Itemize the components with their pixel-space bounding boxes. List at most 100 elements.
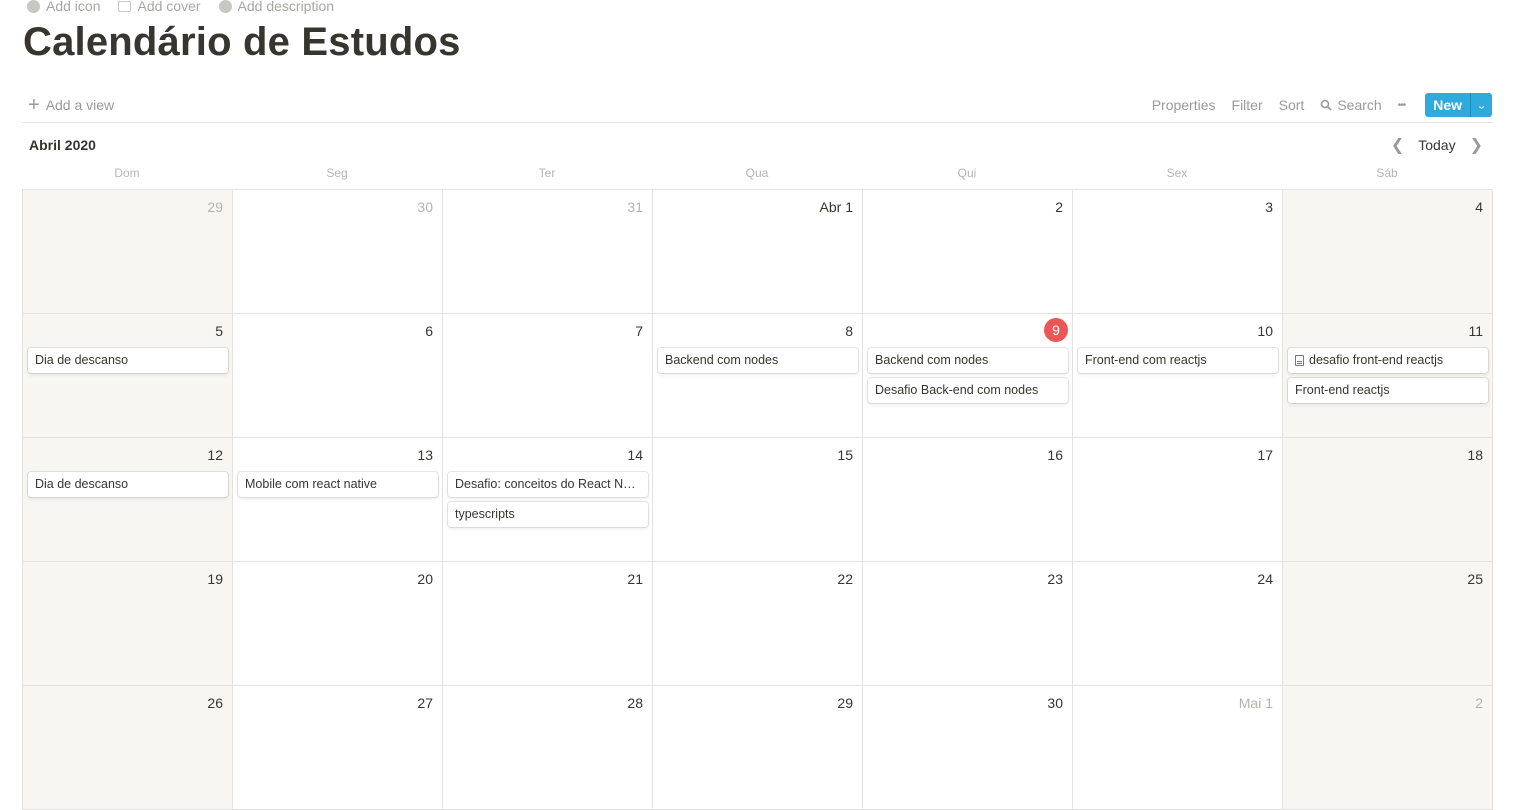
day-number: 27 bbox=[417, 695, 433, 711]
event-card[interactable]: Desafio: conceitos do React Native bbox=[448, 472, 648, 497]
calendar-day-cell[interactable]: 30 bbox=[233, 190, 443, 314]
event-card[interactable]: Backend com nodes bbox=[868, 348, 1068, 373]
chevron-right-icon[interactable]: ❯ bbox=[1470, 135, 1483, 155]
weekday-label: Seg bbox=[326, 166, 348, 180]
calendar-day-cell[interactable]: 10 Front-end com reactjs bbox=[1073, 314, 1283, 438]
calendar-day-cell[interactable]: 25 bbox=[1283, 562, 1493, 686]
day-number: 30 bbox=[417, 199, 433, 215]
event-title: Front-end com reactjs bbox=[1085, 353, 1207, 367]
today-button[interactable]: Today bbox=[1418, 137, 1455, 153]
day-number: 18 bbox=[1467, 447, 1483, 463]
calendar-day-cell[interactable]: 22 bbox=[653, 562, 863, 686]
weekday-header: Dom Seg Ter Qua Qui Sex Sáb bbox=[22, 166, 1492, 180]
event-title: typescripts bbox=[455, 507, 515, 521]
weekday-label: Dom bbox=[114, 166, 140, 180]
event-title: Desafio: conceitos do React Native bbox=[455, 477, 641, 491]
calendar-day-cell[interactable]: 31 bbox=[443, 190, 653, 314]
calendar-day-cell[interactable]: 13 Mobile com react native bbox=[233, 438, 443, 562]
day-number: 2 bbox=[1055, 199, 1063, 215]
calendar-day-cell[interactable]: 21 bbox=[443, 562, 653, 686]
day-number: 25 bbox=[1467, 571, 1483, 587]
calendar-day-cell[interactable]: 3 bbox=[1073, 190, 1283, 314]
chevron-down-icon[interactable]: ⌄ bbox=[1470, 93, 1492, 117]
event-card[interactable]: Front-end reactjs bbox=[1288, 378, 1488, 403]
calendar-day-cell[interactable]: 11 desafio front-end reactjs Front-end rea… bbox=[1283, 314, 1493, 438]
add-icon-button[interactable]: Add icon bbox=[27, 0, 100, 14]
calendar-day-cell[interactable]: 26 bbox=[23, 686, 233, 810]
event-card[interactable]: typescripts bbox=[448, 502, 648, 527]
day-number: 15 bbox=[837, 447, 853, 463]
weekday-label: Sex bbox=[1166, 166, 1188, 180]
chevron-left-icon[interactable]: ❮ bbox=[1391, 135, 1404, 155]
calendar-day-cell[interactable]: 2 bbox=[863, 190, 1073, 314]
day-number: 3 bbox=[1265, 199, 1273, 215]
calendar-day-cell[interactable]: 29 bbox=[23, 190, 233, 314]
calendar-day-cell[interactable]: Abr 1 bbox=[653, 190, 863, 314]
event-card[interactable]: Front-end com reactjs bbox=[1078, 348, 1278, 373]
day-number: 14 bbox=[627, 447, 643, 463]
filter-button[interactable]: Filter bbox=[1232, 97, 1263, 113]
new-button[interactable]: New ⌄ bbox=[1425, 93, 1492, 117]
search-icon bbox=[1321, 99, 1332, 111]
calendar-day-cell[interactable]: 12 Dia de descanso bbox=[23, 438, 233, 562]
calendar-day-cell[interactable]: 5 Dia de descanso bbox=[23, 314, 233, 438]
day-number: 22 bbox=[837, 571, 853, 587]
weekday-label: Qua bbox=[745, 166, 769, 180]
calendar-day-cell[interactable]: 28 bbox=[443, 686, 653, 810]
sort-button[interactable]: Sort bbox=[1279, 97, 1305, 113]
weekday-label: Qui bbox=[957, 166, 977, 180]
event-title: Backend com nodes bbox=[875, 353, 989, 367]
search-button[interactable]: Search bbox=[1320, 97, 1382, 113]
event-card[interactable]: Desafio Back-end com nodes bbox=[868, 378, 1068, 403]
day-number: 28 bbox=[627, 695, 643, 711]
page-title[interactable]: Calendário de Estudos bbox=[23, 20, 461, 65]
image-icon bbox=[118, 0, 132, 12]
event-card[interactable]: desafio front-end reactjs bbox=[1288, 348, 1488, 373]
add-description-button[interactable]: Add description bbox=[218, 0, 334, 14]
weekday-label: Sáb bbox=[1376, 166, 1398, 180]
plus-icon: + bbox=[28, 94, 40, 116]
day-number: 4 bbox=[1475, 199, 1483, 215]
event-card[interactable]: Mobile com react native bbox=[238, 472, 438, 497]
day-number: 26 bbox=[207, 695, 223, 711]
day-number: 20 bbox=[417, 571, 433, 587]
add-view-button[interactable]: + Add a view bbox=[22, 94, 120, 116]
calendar-day-cell[interactable]: 27 bbox=[233, 686, 443, 810]
day-number: 29 bbox=[837, 695, 853, 711]
day-number: 21 bbox=[627, 571, 643, 587]
calendar-day-cell[interactable]: 20 bbox=[233, 562, 443, 686]
calendar-day-cell[interactable]: 15 bbox=[653, 438, 863, 562]
document-icon bbox=[1295, 355, 1304, 366]
month-label: Abril 2020 bbox=[29, 137, 96, 153]
calendar-day-cell[interactable]: 7 bbox=[443, 314, 653, 438]
event-title: Mobile com react native bbox=[245, 477, 378, 491]
calendar-day-cell[interactable]: 8 Backend com nodes bbox=[653, 314, 863, 438]
calendar-day-cell[interactable]: 9 Backend com nodes Desafio Back-end com n… bbox=[863, 314, 1073, 438]
day-number: 29 bbox=[207, 199, 223, 215]
calendar-day-cell[interactable]: 19 bbox=[23, 562, 233, 686]
day-number: 23 bbox=[1047, 571, 1063, 587]
calendar-day-cell[interactable]: Mai 1 bbox=[1073, 686, 1283, 810]
calendar-day-cell[interactable]: 29 bbox=[653, 686, 863, 810]
calendar-day-cell[interactable]: 6 bbox=[233, 314, 443, 438]
event-card[interactable]: Backend com nodes bbox=[658, 348, 858, 373]
info-icon bbox=[218, 0, 232, 13]
day-number: 5 bbox=[215, 323, 223, 339]
calendar-day-cell[interactable]: 16 bbox=[863, 438, 1073, 562]
calendar-day-cell[interactable]: 18 bbox=[1283, 438, 1493, 562]
event-card[interactable]: Dia de descanso bbox=[28, 348, 228, 373]
day-number: Abr 1 bbox=[819, 199, 853, 215]
calendar-day-cell[interactable]: 2 bbox=[1283, 686, 1493, 810]
event-card[interactable]: Dia de descanso bbox=[28, 472, 228, 497]
calendar-day-cell[interactable]: 17 bbox=[1073, 438, 1283, 562]
day-number: 11 bbox=[1468, 323, 1483, 339]
calendar-day-cell[interactable]: 30 bbox=[863, 686, 1073, 810]
calendar-day-cell[interactable]: 4 bbox=[1283, 190, 1493, 314]
more-options-button[interactable]: ••• bbox=[1398, 100, 1406, 111]
calendar-day-cell[interactable]: 24 bbox=[1073, 562, 1283, 686]
add-cover-button[interactable]: Add cover bbox=[118, 0, 201, 14]
calendar-day-cell[interactable]: 23 bbox=[863, 562, 1073, 686]
event-title: Desafio Back-end com nodes bbox=[875, 383, 1039, 397]
calendar-day-cell[interactable]: 14 Desafio: conceitos do React Native type… bbox=[443, 438, 653, 562]
properties-button[interactable]: Properties bbox=[1152, 97, 1216, 113]
